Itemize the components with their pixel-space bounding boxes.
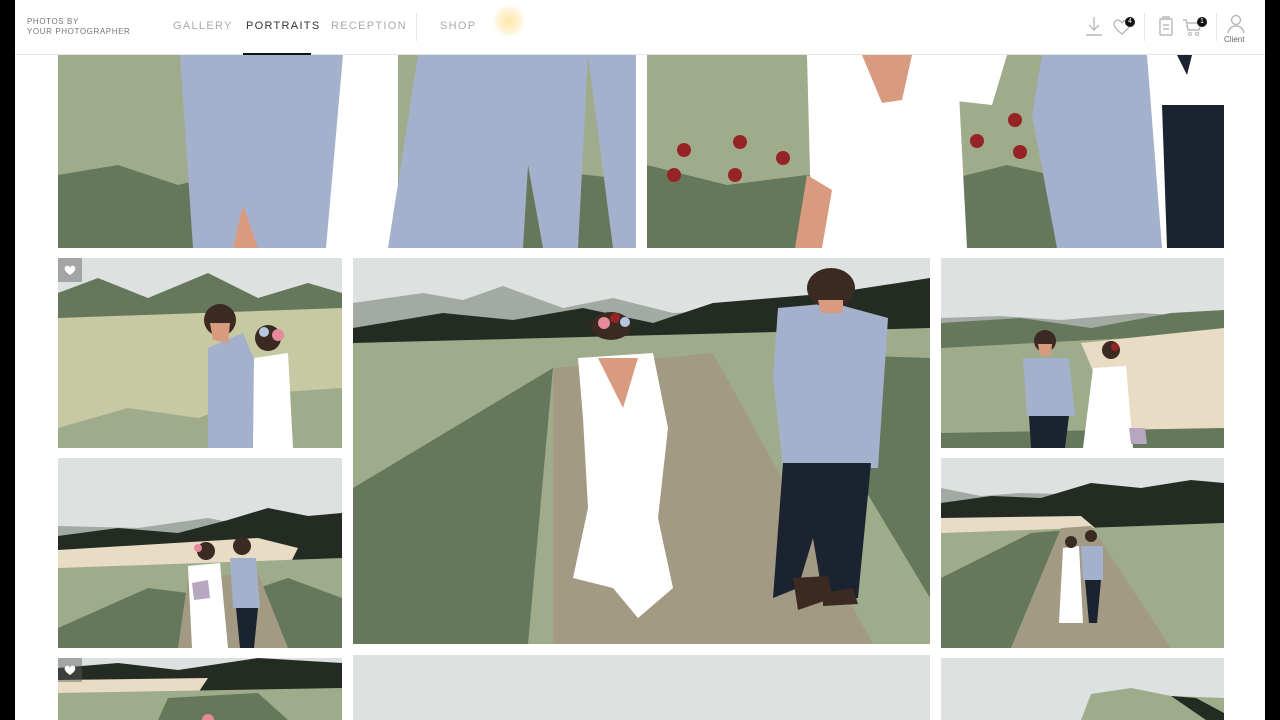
nav-divider	[416, 13, 417, 41]
top-navigation-bar: PHOTOS BY YOUR PHOTOGRAPHER GALLERY PORT…	[15, 0, 1265, 55]
photo-couple-holding-hands	[941, 258, 1224, 448]
photo-couple-poppies	[647, 55, 1224, 248]
brand-logo[interactable]: PHOTOS BY YOUR PHOTOGRAPHER	[27, 17, 130, 37]
photo-couple-embrace	[58, 258, 342, 448]
photo-tile[interactable]	[941, 258, 1224, 448]
nav-gallery[interactable]: GALLERY	[173, 20, 233, 32]
heart-icon	[64, 265, 76, 275]
favorites-count-badge: 4	[1125, 17, 1135, 27]
brand-line-2: YOUR PHOTOGRAPHER	[27, 27, 131, 36]
user-icon[interactable]	[1225, 12, 1247, 36]
photo-hills-partial	[941, 658, 1224, 720]
client-label[interactable]: Client	[1224, 35, 1244, 44]
favorite-toggle[interactable]	[58, 658, 82, 682]
photo-sky-partial	[353, 655, 930, 720]
nav-reception[interactable]: RECEPTION	[331, 20, 407, 32]
photo-tile[interactable]	[58, 658, 342, 720]
photo-tile[interactable]	[58, 258, 342, 448]
photo-tile[interactable]	[941, 458, 1224, 648]
mouse-cursor-highlight	[493, 5, 525, 37]
download-icon[interactable]	[1083, 14, 1105, 38]
photo-couple-path-distant	[941, 458, 1224, 648]
photo-tile[interactable]	[58, 458, 342, 648]
photo-couple-hillside	[58, 458, 342, 648]
photo-couple-walking-path	[353, 258, 930, 644]
photo-tile[interactable]	[353, 258, 930, 644]
heart-icon	[64, 665, 76, 675]
clipboard-icon[interactable]	[1155, 14, 1177, 38]
photo-tile[interactable]	[941, 658, 1224, 720]
page: PHOTOS BY YOUR PHOTOGRAPHER GALLERY PORT…	[15, 0, 1265, 720]
photo-landscape-partial	[58, 658, 342, 720]
photo-tile[interactable]	[58, 55, 636, 248]
brand-line-1: PHOTOS BY	[27, 17, 79, 26]
favorite-toggle[interactable]	[58, 258, 82, 282]
photo-legs-blue-suit	[58, 55, 636, 248]
photo-tile[interactable]	[353, 655, 930, 720]
cart-count-badge: 1	[1197, 17, 1207, 27]
nav-shop[interactable]: SHOP	[440, 20, 476, 32]
nav-portraits[interactable]: PORTRAITS	[246, 20, 320, 32]
active-tab-indicator	[243, 53, 311, 55]
photo-tile[interactable]	[647, 55, 1224, 248]
icon-divider	[1144, 13, 1145, 41]
icon-divider	[1216, 13, 1217, 41]
